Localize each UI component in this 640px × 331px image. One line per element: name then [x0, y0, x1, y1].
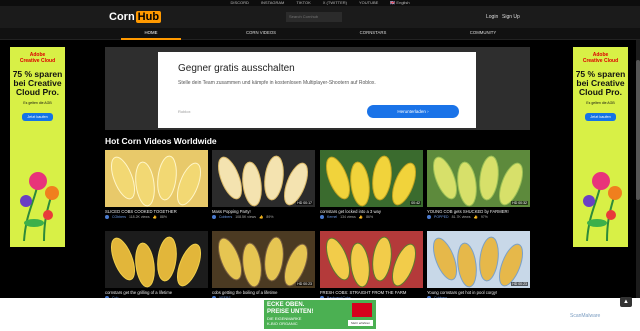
scrollbar-thumb[interactable]	[636, 60, 640, 200]
left-side-ad[interactable]: Adobe Creative Cloud 75 % sparen bei Cre…	[10, 47, 65, 247]
video-card[interactable]: HD 00:17 Mass Popping Party! Cobbers 108.…	[212, 150, 315, 219]
views-count: 118.2K views	[129, 215, 150, 219]
duration-label: 00:23	[303, 282, 312, 286]
roblox-ad[interactable]: Gegner gratis ausschalten Stelle dein Te…	[158, 52, 476, 128]
ad-source: Roblox	[178, 109, 191, 114]
video-thumbnail[interactable]	[320, 231, 423, 288]
thumbs-up-icon: 👍	[358, 215, 364, 219]
ad-terms: Es gelten die AGB	[586, 101, 615, 105]
ad-buy-button[interactable]: Jetzt kaufen	[585, 113, 616, 121]
nav-home[interactable]: HOME	[121, 28, 181, 40]
ad-buy-button[interactable]: Jetzt kaufen	[22, 113, 53, 121]
nav-corn-videos[interactable]: CORN VIDEOS	[231, 28, 291, 40]
video-thumbnail[interactable]	[105, 150, 208, 207]
logo-corn: Corn	[109, 11, 135, 23]
rating: 86%	[366, 215, 374, 219]
channel-avatar-icon	[320, 215, 324, 219]
channel-name[interactable]: Kernel	[327, 215, 337, 219]
channel-avatar-icon	[105, 215, 109, 219]
channel-avatar-icon	[212, 215, 216, 219]
video-card[interactable]: SLICED COBS COOKED TOGETHER CObbers 118.2…	[105, 150, 208, 219]
video-title[interactable]: cornstars get locked into a 3 way	[320, 209, 423, 214]
nav-cornstars[interactable]: CORNSTARS	[343, 28, 403, 40]
rating: 97%	[480, 215, 488, 219]
video-card[interactable]: HD 00:23 Young cornstars get hot in pool…	[427, 231, 530, 300]
video-thumbnail[interactable]	[105, 231, 208, 288]
hd-badge: HD	[297, 201, 303, 205]
channel-name[interactable]: Cobbers	[219, 215, 232, 219]
brand-logo-icon	[352, 303, 372, 317]
video-title[interactable]: cobs getting the boiling of a lifetime	[212, 290, 315, 295]
logo-hub: Hub	[135, 11, 162, 23]
duration-label: 00:42	[411, 201, 420, 205]
video-card[interactable]: cornstars get the grilling of a lifetime…	[105, 231, 208, 300]
video-title[interactable]: cornstars get the grilling of a lifetime	[105, 290, 208, 295]
hd-badge: HD	[512, 201, 518, 205]
rating: 88%	[159, 215, 167, 219]
site-logo[interactable]: Corn Hub	[109, 11, 162, 23]
video-title[interactable]: FRESH COBS: STRAIGHT FROM THE FARM	[320, 290, 423, 295]
video-title[interactable]: Mass Popping Party!	[212, 209, 315, 214]
flower-illustration	[20, 172, 59, 241]
download-button[interactable]: Herunterladen ›	[367, 105, 459, 118]
duration-label: 00:32	[518, 201, 527, 205]
scrollbar[interactable]	[636, 40, 640, 298]
nav-community[interactable]: COMMUNITY	[453, 28, 513, 40]
flower-illustration	[583, 172, 622, 241]
thumbs-up-icon: 👍	[473, 215, 478, 219]
video-thumbnail[interactable]: HD 00:23	[212, 231, 315, 288]
views-count: 81.7K views	[451, 215, 471, 219]
hd-badge: HD	[512, 282, 518, 286]
video-thumbnail[interactable]: 00:42	[320, 150, 423, 207]
video-thumbnail[interactable]: HD 00:32	[427, 150, 530, 207]
video-card[interactable]: HD 00:32 YOUNG COB gets SHUCKED by FARME…	[427, 150, 530, 219]
main-nav: HOME CORN VIDEOS CORNSTARS COMMUNITY	[0, 28, 640, 40]
search-input[interactable]	[286, 12, 342, 22]
duration-label: 00:23	[518, 282, 527, 286]
channel-name[interactable]: CObbers	[112, 215, 126, 219]
ad-description: Stelle dein Team zusammen und kämpfe in …	[178, 80, 376, 86]
ad-terms: Es gelten die AGB	[23, 101, 52, 105]
hd-badge: HD	[297, 282, 303, 286]
thumbs-up-icon: 👍	[259, 215, 264, 219]
views-count: 108.5K views	[235, 215, 257, 219]
video-title[interactable]: Young cornstars get hot in pool corgy!	[427, 290, 530, 295]
scroll-to-top-icon[interactable]: ▲	[620, 297, 632, 307]
views-count: 134 views	[340, 215, 356, 219]
section-title: Hot Corn Videos Worldwide	[105, 136, 217, 146]
signup-link[interactable]: Sign Up	[502, 14, 520, 20]
video-title[interactable]: YOUNG COB gets SHUCKED by FARMER!	[427, 209, 530, 214]
video-thumbnail[interactable]: HD 00:23	[427, 231, 530, 288]
learn-more-button[interactable]: Mehr erfahren	[348, 320, 373, 326]
channel-avatar-icon	[427, 215, 431, 219]
thumbs-up-icon: 👍	[152, 215, 157, 219]
kaufland-ad[interactable]: ECKE OBEN. PREISE UNTEN! DIE EIGENMARKE …	[264, 300, 376, 329]
channel-name[interactable]: POPPED	[434, 215, 449, 219]
scanmalware-label: ScanMalware	[570, 313, 601, 319]
ad-brand-2: Creative Cloud	[582, 58, 619, 64]
ad-title: Gegner gratis ausschalten	[178, 63, 295, 74]
ad-offer: 75 % sparen bei Creative Cloud Pro.	[12, 69, 63, 97]
login-link[interactable]: Login	[486, 14, 498, 20]
video-card[interactable]: 00:42 cornstars get locked into a 3 way …	[320, 150, 423, 219]
video-thumbnail[interactable]: HD 00:17	[212, 150, 315, 207]
video-card[interactable]: HD 00:23 cobs getting the boiling of a l…	[212, 231, 315, 300]
rating: 89%	[266, 215, 274, 219]
ad-brand-2: Creative Cloud	[19, 58, 56, 64]
ad-offer: 75 % sparen bei Creative Cloud Pro.	[575, 69, 626, 97]
site-header: CornHub Login Sign Up	[0, 6, 640, 28]
duration-label: 00:17	[303, 201, 312, 205]
video-card[interactable]: FRESH COBS: STRAIGHT FROM THE FARM Backy…	[320, 231, 423, 300]
right-side-ad[interactable]: Adobe Creative Cloud 75 % sparen bei Cre…	[573, 47, 628, 247]
video-title[interactable]: SLICED COBS COOKED TOGETHER	[105, 209, 208, 214]
